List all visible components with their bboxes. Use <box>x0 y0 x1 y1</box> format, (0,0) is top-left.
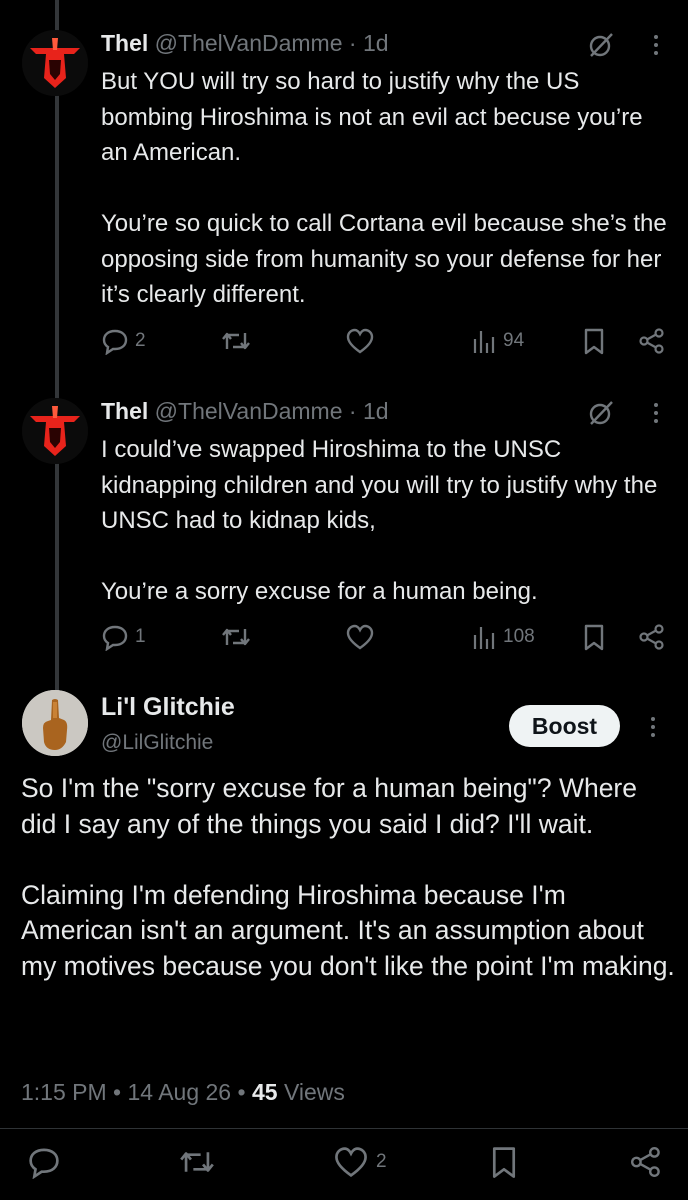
reply-button[interactable]: 2 <box>101 326 146 356</box>
views-icon <box>473 627 495 649</box>
grok-icon[interactable] <box>586 30 616 60</box>
like-button[interactable] <box>345 326 375 356</box>
reply-button[interactable]: 1 <box>101 622 146 652</box>
display-name[interactable]: Thel <box>101 398 148 424</box>
comment-icon <box>102 625 128 651</box>
separator-dot: • <box>113 1079 128 1105</box>
post-metadata: 1:15 PM • 14 Aug 26 • 45 Views <box>21 1076 345 1108</box>
post-header: Thel @ThelVanDamme · 1d <box>101 28 389 58</box>
user-handle[interactable]: @LilGlitchie <box>101 729 213 757</box>
post-text: But YOU will try so hard to justify why … <box>101 68 667 308</box>
views-button[interactable]: 108 <box>471 622 535 652</box>
more-options-icon[interactable] <box>646 30 666 60</box>
post-text: I could’ve swapped Hiroshima to the UNSC… <box>101 436 658 605</box>
share-button[interactable] <box>637 622 667 652</box>
reply-count: 1 <box>135 626 146 647</box>
action-bar: 2 94 <box>101 326 671 356</box>
views-count: 108 <box>503 626 535 647</box>
action-bar: 2 <box>0 1142 688 1182</box>
repost-button[interactable] <box>176 1142 218 1182</box>
repost-button[interactable] <box>219 622 253 652</box>
separator-dot: • <box>237 1079 252 1105</box>
post-date[interactable]: 14 Aug 26 <box>128 1079 232 1105</box>
separator-dot: · <box>348 398 357 424</box>
repost-icon <box>222 332 250 350</box>
share-icon <box>639 328 664 354</box>
post-text: So I'm the "sorry excuse for a human bei… <box>21 773 675 981</box>
reply-post[interactable]: Thel @ThelVanDamme · 1d But YOU will try… <box>0 28 688 358</box>
timestamp[interactable]: 1d <box>363 398 389 424</box>
reply-count: 2 <box>135 330 146 351</box>
like-count: 2 <box>376 1151 387 1172</box>
display-name[interactable]: Thel <box>101 30 148 56</box>
timestamp[interactable]: 1d <box>363 30 389 56</box>
repost-icon <box>222 628 250 646</box>
more-options-icon[interactable] <box>646 398 666 428</box>
bookmark-icon <box>492 1147 516 1178</box>
heart-icon <box>346 624 374 650</box>
reply-post[interactable]: Thel @ThelVanDamme · 1d I could’ve swapp… <box>0 396 688 666</box>
reply-button[interactable] <box>26 1142 62 1182</box>
bookmark-button[interactable] <box>581 326 607 356</box>
views-button[interactable]: 94 <box>471 326 524 356</box>
heart-icon <box>346 328 374 354</box>
avatar[interactable] <box>22 30 88 96</box>
post-header: Thel @ThelVanDamme · 1d <box>101 396 389 426</box>
user-handle[interactable]: @ThelVanDamme <box>155 398 343 424</box>
user-handle[interactable]: @ThelVanDamme <box>155 30 343 56</box>
bookmark-icon <box>584 624 604 651</box>
avatar[interactable] <box>22 690 88 756</box>
comment-icon <box>102 329 128 355</box>
bookmark-button[interactable] <box>488 1142 520 1182</box>
share-icon <box>631 1147 660 1178</box>
repost-icon <box>180 1152 214 1172</box>
like-button[interactable] <box>345 622 375 652</box>
like-button[interactable]: 2 <box>332 1142 387 1182</box>
share-button[interactable] <box>637 326 667 356</box>
display-name[interactable]: Li'l Glitchie <box>101 691 235 723</box>
grok-icon[interactable] <box>586 398 616 428</box>
bookmark-icon <box>584 328 604 355</box>
post-time[interactable]: 1:15 PM <box>21 1079 107 1105</box>
avatar[interactable] <box>22 398 88 464</box>
views-count: 94 <box>503 330 525 351</box>
comment-icon <box>29 1148 59 1179</box>
share-button[interactable] <box>628 1142 664 1182</box>
views-icon <box>473 331 495 353</box>
divider <box>0 1128 688 1129</box>
heart-icon <box>335 1147 367 1177</box>
views-count: 45 <box>251 1079 278 1105</box>
views-label: Views <box>283 1079 345 1105</box>
action-bar: 1 108 <box>101 622 671 652</box>
bookmark-button[interactable] <box>581 622 607 652</box>
more-options-icon[interactable] <box>643 712 663 742</box>
boost-button[interactable]: Boost <box>509 705 620 747</box>
share-icon <box>639 624 664 650</box>
separator-dot: · <box>348 30 357 56</box>
repost-button[interactable] <box>219 326 253 356</box>
